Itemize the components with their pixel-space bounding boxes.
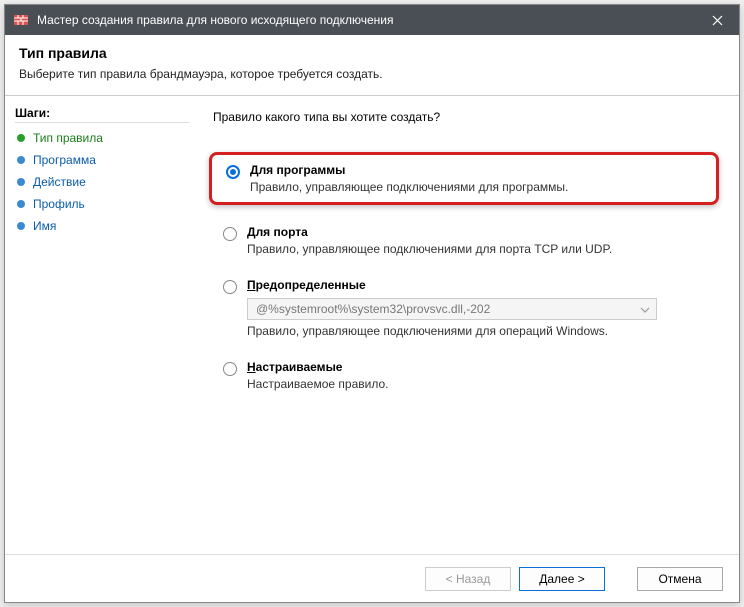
radio-predefined[interactable] [223, 280, 237, 294]
step-bullet-icon [17, 200, 25, 208]
step-bullet-icon [17, 134, 25, 142]
option-custom-desc: Настраиваемое правило. [247, 377, 715, 391]
option-port-desc: Правило, управляющее подключениями для п… [247, 242, 715, 256]
window-title: Мастер создания правила для нового исход… [37, 13, 695, 27]
close-icon [712, 15, 723, 26]
predefined-dropdown[interactable]: @%systemroot%\system32\provsvc.dll,-202 [247, 298, 657, 320]
cancel-button[interactable]: Отмена [637, 567, 723, 591]
steps-sidebar: Шаги: Тип правила Программа Действие Про… [5, 96, 195, 554]
step-label: Действие [33, 175, 86, 189]
step-name[interactable]: Имя [15, 215, 189, 237]
option-predefined-desc: Правило, управляющее подключениями для о… [247, 324, 715, 338]
option-predefined[interactable]: Предопределенные @%systemroot%\system32\… [213, 272, 719, 344]
option-program-desc: Правило, управляющее подключениями для п… [250, 180, 706, 194]
step-program[interactable]: Программа [15, 149, 189, 171]
titlebar: Мастер создания правила для нового исход… [5, 5, 739, 35]
firewall-icon [13, 12, 29, 28]
back-button[interactable]: < Назад [425, 567, 511, 591]
option-port[interactable]: Для порта Правило, управляющее подключен… [213, 219, 719, 262]
radio-custom[interactable] [223, 362, 237, 376]
step-bullet-icon [17, 156, 25, 164]
wizard-header: Тип правила Выберите тип правила брандма… [5, 35, 739, 96]
wizard-window: Мастер создания правила для нового исход… [4, 4, 740, 603]
close-button[interactable] [695, 5, 739, 35]
option-custom-label: Настраиваемые [247, 360, 715, 374]
radio-port[interactable] [223, 227, 237, 241]
wizard-footer: < Назад Далее > Отмена [5, 554, 739, 602]
step-bullet-icon [17, 222, 25, 230]
option-port-label: Для порта [247, 225, 715, 239]
option-program[interactable]: Для программы Правило, управляющее подкл… [209, 152, 719, 205]
chevron-down-icon [640, 302, 650, 316]
radio-program[interactable] [226, 165, 240, 179]
page-title: Тип правила [19, 45, 725, 61]
page-subtitle: Выберите тип правила брандмауэра, которо… [19, 67, 725, 81]
question-text: Правило какого типа вы хотите создать? [213, 110, 719, 124]
dropdown-value: @%systemroot%\system32\provsvc.dll,-202 [256, 302, 490, 316]
step-label: Профиль [33, 197, 85, 211]
step-profile[interactable]: Профиль [15, 193, 189, 215]
option-predefined-label: Предопределенные [247, 278, 715, 292]
step-label: Программа [33, 153, 96, 167]
step-label: Тип правила [33, 131, 103, 145]
rule-type-options: Для программы Правило, управляющее подкл… [213, 152, 719, 397]
steps-title: Шаги: [15, 104, 189, 123]
step-rule-type[interactable]: Тип правила [15, 127, 189, 149]
wizard-body: Шаги: Тип правила Программа Действие Про… [5, 96, 739, 554]
step-action[interactable]: Действие [15, 171, 189, 193]
content-area: Правило какого типа вы хотите создать? Д… [195, 96, 739, 554]
option-program-label: Для программы [250, 163, 706, 177]
step-label: Имя [33, 219, 56, 233]
option-custom[interactable]: Настраиваемые Настраиваемое правило. [213, 354, 719, 397]
step-bullet-icon [17, 178, 25, 186]
next-button[interactable]: Далее > [519, 567, 605, 591]
